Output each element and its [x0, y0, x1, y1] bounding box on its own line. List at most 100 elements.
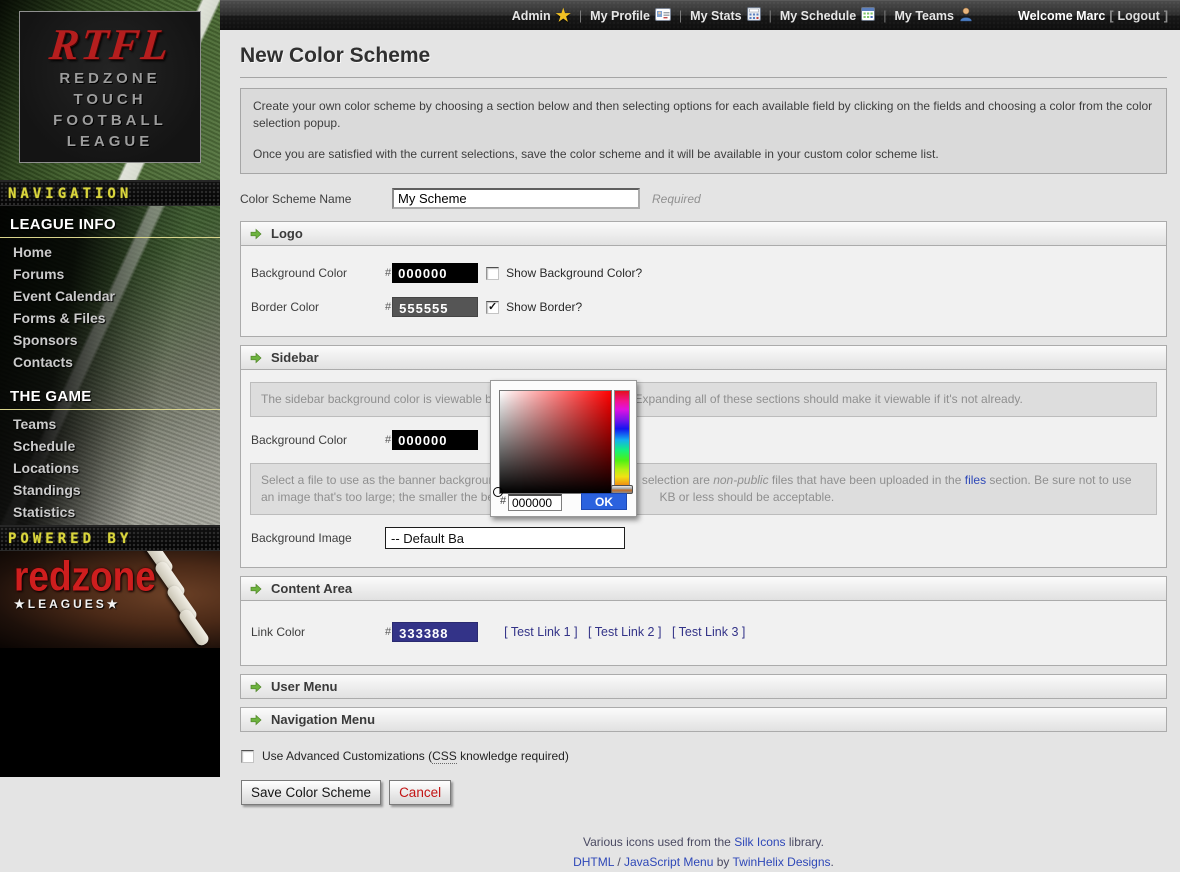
calculator-icon	[747, 7, 761, 24]
topbar-my-stats-label: My Stats	[690, 9, 741, 23]
banner-note-fragment: selection are	[642, 473, 713, 487]
league-logo-line: LEAGUE	[20, 131, 200, 152]
section-header-navigation-menu[interactable]: Navigation Menu	[240, 707, 1167, 732]
silk-icons-link[interactable]: Silk Icons	[734, 835, 785, 849]
test-link-1[interactable]: [ Test Link 1 ]	[504, 625, 577, 639]
logo-border-color-swatch[interactable]: 555555	[392, 297, 478, 317]
color-scheme-name-label: Color Scheme Name	[240, 192, 392, 206]
sidebar-menu: LEAGUE INFO Home Forums Event Calendar F…	[0, 206, 220, 525]
advanced-customizations-label: Use Advanced Customizations (CSS knowled…	[262, 749, 569, 763]
section-body-content-area: Link Color # 333388 [ Test Link 1 ] [ Te…	[240, 601, 1167, 666]
league-logo-acronym: RTFL	[18, 22, 203, 68]
sidebar-background-color-swatch[interactable]: 000000	[392, 430, 478, 450]
show-background-color-checkbox[interactable]	[486, 267, 499, 280]
section-title-content-area: Content Area	[271, 581, 352, 596]
topbar-my-stats[interactable]: My Stats	[690, 7, 760, 24]
topbar-my-teams-label: My Teams	[894, 9, 954, 23]
advanced-customizations-row: Use Advanced Customizations (CSS knowled…	[241, 749, 1167, 763]
sidebar-item-teams[interactable]: Teams	[0, 413, 220, 435]
section-header-user-menu[interactable]: User Menu	[240, 674, 1167, 699]
footer-line-2: DHTML / JavaScript Menu by TwinHelix Des…	[240, 852, 1167, 872]
logout-link[interactable]: Logout	[1117, 9, 1159, 23]
green-arrow-icon	[250, 228, 262, 240]
league-logo: RTFL REDZONE TOUCH FOOTBALL LEAGUE	[19, 11, 201, 163]
show-border-label: Show Border?	[506, 300, 582, 314]
redzone-leagues-logo: redzone	[14, 557, 220, 597]
sidebar-item-forms-files[interactable]: Forms & Files	[0, 307, 220, 329]
css-abbr: CSS	[432, 749, 457, 764]
topbar-admin[interactable]: Admin ★	[512, 8, 571, 24]
dhtml-link[interactable]: DHTML	[573, 855, 614, 869]
topbar-my-profile[interactable]: My Profile	[590, 8, 671, 24]
sidebar-background-color-row: Background Color # 000000	[251, 429, 1158, 451]
form-buttons: Save Color Scheme Cancel	[241, 780, 1167, 805]
topbar-my-schedule[interactable]: My Schedule	[780, 7, 875, 24]
section-body-sidebar: The sidebar background color is viewable…	[240, 370, 1167, 568]
green-arrow-icon	[250, 681, 262, 693]
files-link[interactable]: files	[965, 473, 986, 487]
welcome-text: Welcome Marc	[1018, 9, 1105, 23]
logo-background-color-swatch[interactable]: 000000	[392, 263, 478, 283]
sidebar-item-locations[interactable]: Locations	[0, 457, 220, 479]
picker-hex-input[interactable]	[508, 494, 562, 511]
hex-hash-prefix: #	[500, 495, 506, 507]
navigation-banner-text: NAVIGATION	[8, 186, 132, 202]
intro-paragraph-1: Create your own color scheme by choosing…	[253, 98, 1154, 132]
required-note: Required	[652, 192, 701, 206]
sidebar-item-home[interactable]: Home	[0, 241, 220, 263]
league-logo-line: TOUCH	[20, 89, 200, 110]
link-color-row: Link Color # 333388 [ Test Link 1 ] [ Te…	[251, 621, 1158, 643]
green-arrow-icon	[250, 714, 262, 726]
advanced-customizations-checkbox[interactable]	[241, 750, 254, 763]
powered-by-banner-text: POWERED BY	[8, 531, 132, 547]
banner-background-note: Select a file to use as the banner backg…	[250, 463, 1157, 515]
banner-note-fragment: files that have been uploaded in the	[769, 473, 965, 487]
background-image-row: Background Image -- Default Ba	[251, 527, 1158, 549]
background-image-label: Background Image	[251, 531, 385, 545]
sidebar-item-forums[interactable]: Forums	[0, 263, 220, 285]
section-header-content-area[interactable]: Content Area	[240, 576, 1167, 601]
section-title-user-menu: User Menu	[271, 679, 337, 694]
content-area: New Color Scheme Create your own color s…	[220, 30, 1180, 872]
background-image-select[interactable]: -- Default Ba	[385, 527, 625, 549]
color-scheme-name-input[interactable]	[392, 188, 640, 209]
topbar-my-teams[interactable]: My Teams	[894, 7, 973, 25]
top-user-bar: Admin ★ | My Profile | My Stats | My Sch…	[220, 0, 1180, 30]
link-color-swatch[interactable]: 333388	[392, 622, 478, 642]
calendar-icon	[861, 7, 875, 24]
section-header-sidebar[interactable]: Sidebar	[240, 345, 1167, 370]
sidebar-heading-league-info: LEAGUE INFO	[0, 213, 220, 238]
topbar-separator: |	[679, 9, 682, 23]
background-color-label: Background Color	[251, 266, 385, 280]
show-border-checkbox[interactable]: ✓	[486, 301, 499, 314]
banner-note-nonpublic: non-public	[713, 473, 768, 487]
section-header-logo[interactable]: Logo	[240, 221, 1167, 246]
section-body-logo: Background Color # 000000 Show Backgroun…	[240, 246, 1167, 337]
save-color-scheme-button[interactable]: Save Color Scheme	[241, 780, 381, 805]
test-link-3[interactable]: [ Test Link 3 ]	[672, 625, 745, 639]
sidebar-item-contacts[interactable]: Contacts	[0, 351, 220, 373]
hue-slider-bar[interactable]	[614, 390, 630, 494]
sidebar-item-sponsors[interactable]: Sponsors	[0, 329, 220, 351]
sidebar-item-statistics[interactable]: Statistics	[0, 501, 220, 523]
test-link-2[interactable]: [ Test Link 2 ]	[588, 625, 661, 639]
sidebar-item-schedule[interactable]: Schedule	[0, 435, 220, 457]
twinhelix-designs-link[interactable]: TwinHelix Designs	[733, 855, 831, 869]
javascript-menu-link[interactable]: JavaScript Menu	[624, 855, 713, 869]
logo-background-color-row: Background Color # 000000 Show Backgroun…	[251, 262, 1158, 284]
checkmark: ✓	[488, 302, 497, 313]
topbar-admin-label: Admin	[512, 9, 551, 23]
link-color-label: Link Color	[251, 625, 385, 639]
navigation-banner: NAVIGATION	[0, 180, 220, 206]
color-picker-popup: # OK	[490, 380, 637, 517]
border-color-label: Border Color	[251, 300, 385, 314]
powered-by-logo-area: redzone ★LEAGUES★	[0, 551, 220, 648]
logout-bracket: [	[1109, 9, 1113, 23]
topbar-my-schedule-label: My Schedule	[780, 9, 856, 23]
sidebar-item-event-calendar[interactable]: Event Calendar	[0, 285, 220, 307]
sidebar-item-standings[interactable]: Standings	[0, 479, 220, 501]
cancel-button[interactable]: Cancel	[389, 780, 451, 805]
topbar-my-profile-label: My Profile	[590, 9, 650, 23]
saturation-value-square[interactable]	[499, 390, 612, 494]
picker-ok-button[interactable]: OK	[581, 493, 627, 510]
